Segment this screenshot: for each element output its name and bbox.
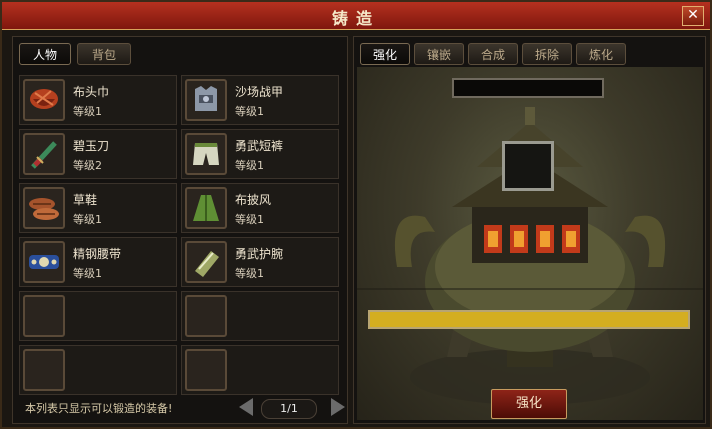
empty-slot-icon xyxy=(23,349,65,391)
empty-item-slot[interactable] xyxy=(19,345,177,395)
forge-item-slot[interactable] xyxy=(502,141,554,191)
empty-slot-icon xyxy=(185,295,227,337)
item-level: 等级1 xyxy=(235,267,264,280)
enhance-progress-bar xyxy=(368,310,690,329)
window-title: 铸造 xyxy=(331,9,380,28)
item-level: 等级1 xyxy=(235,105,264,118)
item-level: 等级1 xyxy=(73,213,102,226)
item-slot[interactable]: 布头巾 等级1 xyxy=(19,75,177,125)
empty-item-slot[interactable] xyxy=(181,291,339,341)
item-name: 精钢腰带 xyxy=(73,247,122,261)
bracer-icon xyxy=(185,241,227,283)
item-slot[interactable]: 碧玉刀 等级2 xyxy=(19,129,177,179)
forge-panel: 强化 镶嵌 合成 拆除 炼化 强化 xyxy=(353,36,706,424)
tab-inlay[interactable]: 镶嵌 xyxy=(414,43,464,65)
furnace-illustration xyxy=(357,107,703,405)
equipment-list-panel: 人物 背包 布头巾 等级1 沙场战甲 等级1 碧玉刀 等级2 勇武短裤 等级1 … xyxy=(12,36,348,424)
straw-sandals-icon xyxy=(23,187,65,229)
target-item-display xyxy=(452,78,604,98)
item-level: 等级2 xyxy=(73,159,102,172)
empty-item-slot[interactable] xyxy=(181,345,339,395)
jade-sword-icon xyxy=(23,133,65,175)
item-slot[interactable]: 草鞋 等级1 xyxy=(19,183,177,233)
tab-combine[interactable]: 合成 xyxy=(468,43,518,65)
battle-armor-icon xyxy=(185,79,227,121)
item-name: 勇武护腕 xyxy=(235,247,284,261)
item-slot[interactable]: 布披风 等级1 xyxy=(181,183,339,233)
item-name: 草鞋 xyxy=(73,193,98,207)
item-slot[interactable]: 勇武护腕 等级1 xyxy=(181,237,339,287)
enhance-button[interactable]: 强化 xyxy=(491,389,567,419)
close-button[interactable]: ✕ xyxy=(682,6,704,26)
forge-window: 铸造 ✕ 人物 背包 布头巾 等级1 沙场战甲 等级1 碧玉刀 等级2 勇武短裤… xyxy=(0,0,712,429)
title-bar: 铸造 ✕ xyxy=(2,2,710,30)
page-indicator: 1/1 xyxy=(261,399,317,419)
green-cloak-icon xyxy=(185,187,227,229)
next-page-icon[interactable] xyxy=(331,398,345,416)
item-name: 布头巾 xyxy=(73,85,110,99)
list-hint: 本列表只显示可以锻造的装备! xyxy=(25,402,173,415)
item-name: 勇武短裤 xyxy=(235,139,284,153)
shorts-icon xyxy=(185,133,227,175)
steel-belt-icon xyxy=(23,241,65,283)
tab-refine[interactable]: 炼化 xyxy=(576,43,626,65)
tab-character[interactable]: 人物 xyxy=(19,43,71,65)
tab-enhance[interactable]: 强化 xyxy=(360,43,410,65)
red-headscarf-icon xyxy=(23,79,65,121)
item-name: 沙场战甲 xyxy=(235,85,284,99)
item-level: 等级1 xyxy=(235,213,264,226)
furnace-stage: 强化 xyxy=(357,67,703,420)
item-slot[interactable]: 精钢腰带 等级1 xyxy=(19,237,177,287)
item-slot[interactable]: 勇武短裤 等级1 xyxy=(181,129,339,179)
item-level: 等级1 xyxy=(73,267,102,280)
tab-remove[interactable]: 拆除 xyxy=(522,43,572,65)
pager: 1/1 xyxy=(239,397,345,419)
item-name: 碧玉刀 xyxy=(73,139,110,153)
empty-slot-icon xyxy=(23,295,65,337)
item-slot[interactable]: 沙场战甲 等级1 xyxy=(181,75,339,125)
tab-bag[interactable]: 背包 xyxy=(77,43,131,65)
empty-item-slot[interactable] xyxy=(19,291,177,341)
prev-page-icon[interactable] xyxy=(239,398,253,416)
item-level: 等级1 xyxy=(235,159,264,172)
empty-slot-icon xyxy=(185,349,227,391)
item-level: 等级1 xyxy=(73,105,102,118)
item-name: 布披风 xyxy=(235,193,272,207)
